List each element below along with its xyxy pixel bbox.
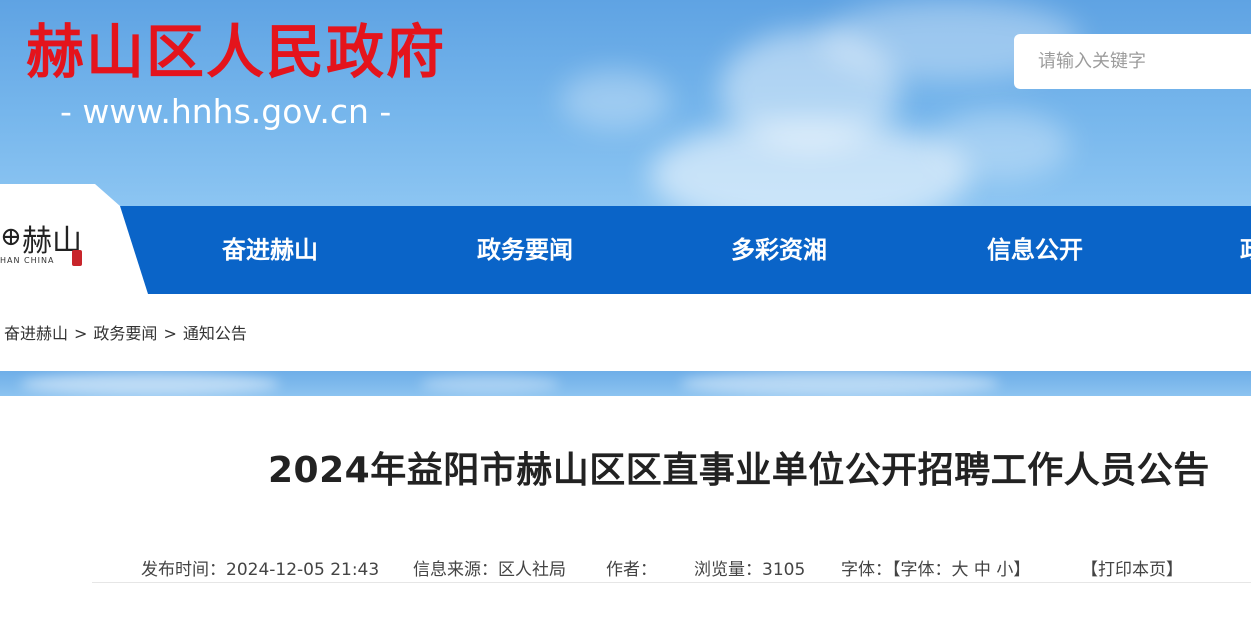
sky-strip-decoration: [0, 371, 1251, 396]
header-banner: 赫山区人民政府 - www.hnhs.gov.cn -: [0, 0, 1251, 206]
cloud-decoration: [560, 70, 670, 130]
font-small-button[interactable]: 小: [996, 560, 1013, 580]
logo-english-text: HAN CHINA: [0, 256, 55, 265]
site-title[interactable]: 赫山区人民政府: [26, 10, 446, 94]
breadcrumb: 奋进赫山 > 政务要闻 > 通知公告: [4, 320, 247, 344]
seal-icon: [72, 250, 82, 266]
article-title: 2024年益阳市赫山区区直事业单位公开招聘工作人员公告: [268, 450, 1210, 491]
nav-item-xinxi-gongkai[interactable]: 信息公开: [987, 206, 1083, 294]
breadcrumb-separator: >: [163, 324, 177, 343]
cloud-decoration: [420, 375, 560, 393]
author: 作者：: [606, 560, 657, 580]
font-size-close-bracket: 】: [1013, 560, 1031, 580]
font-large-button[interactable]: 大: [952, 560, 969, 580]
search-input[interactable]: [1014, 34, 1251, 89]
cloud-decoration: [680, 371, 1000, 396]
breadcrumb-item-tongzhi-gonggao[interactable]: 通知公告: [183, 324, 247, 343]
breadcrumb-item-fenjin-heshan[interactable]: 奋进赫山: [4, 324, 68, 343]
breadcrumb-item-zhengwu-yaowen[interactable]: 政务要闻: [93, 324, 157, 343]
nav-item-duocai-zixiang[interactable]: 多彩资湘: [731, 206, 827, 294]
font-size-control: 字体：【字体：大 中 小】: [841, 558, 1030, 582]
nav-item-truncated[interactable]: 政: [1240, 206, 1251, 294]
main-nav: 奋进赫山 政务要闻 多彩资湘 信息公开 政: [0, 206, 1251, 294]
publish-time: 发布时间：2024-12-05 21:43: [141, 560, 380, 580]
view-count: 浏览量：3105: [694, 560, 806, 580]
cloud-decoration: [20, 373, 280, 395]
cloud-decoration: [930, 110, 1070, 180]
nav-item-fenjin-heshan[interactable]: 奋进赫山: [222, 206, 318, 294]
meta-divider: [92, 582, 1251, 583]
site-url: - www.hnhs.gov.cn -: [60, 92, 392, 131]
print-page-button[interactable]: 【打印本页】: [1081, 558, 1183, 582]
nav-item-zhengwu-yaowen[interactable]: 政务要闻: [477, 206, 573, 294]
logo-icon: ⊕: [0, 222, 22, 252]
info-source: 信息来源：区人社局: [413, 560, 566, 580]
font-medium-button[interactable]: 中: [974, 560, 991, 580]
breadcrumb-separator: >: [74, 324, 88, 343]
font-size-label: 字体：【字体：: [841, 560, 952, 580]
